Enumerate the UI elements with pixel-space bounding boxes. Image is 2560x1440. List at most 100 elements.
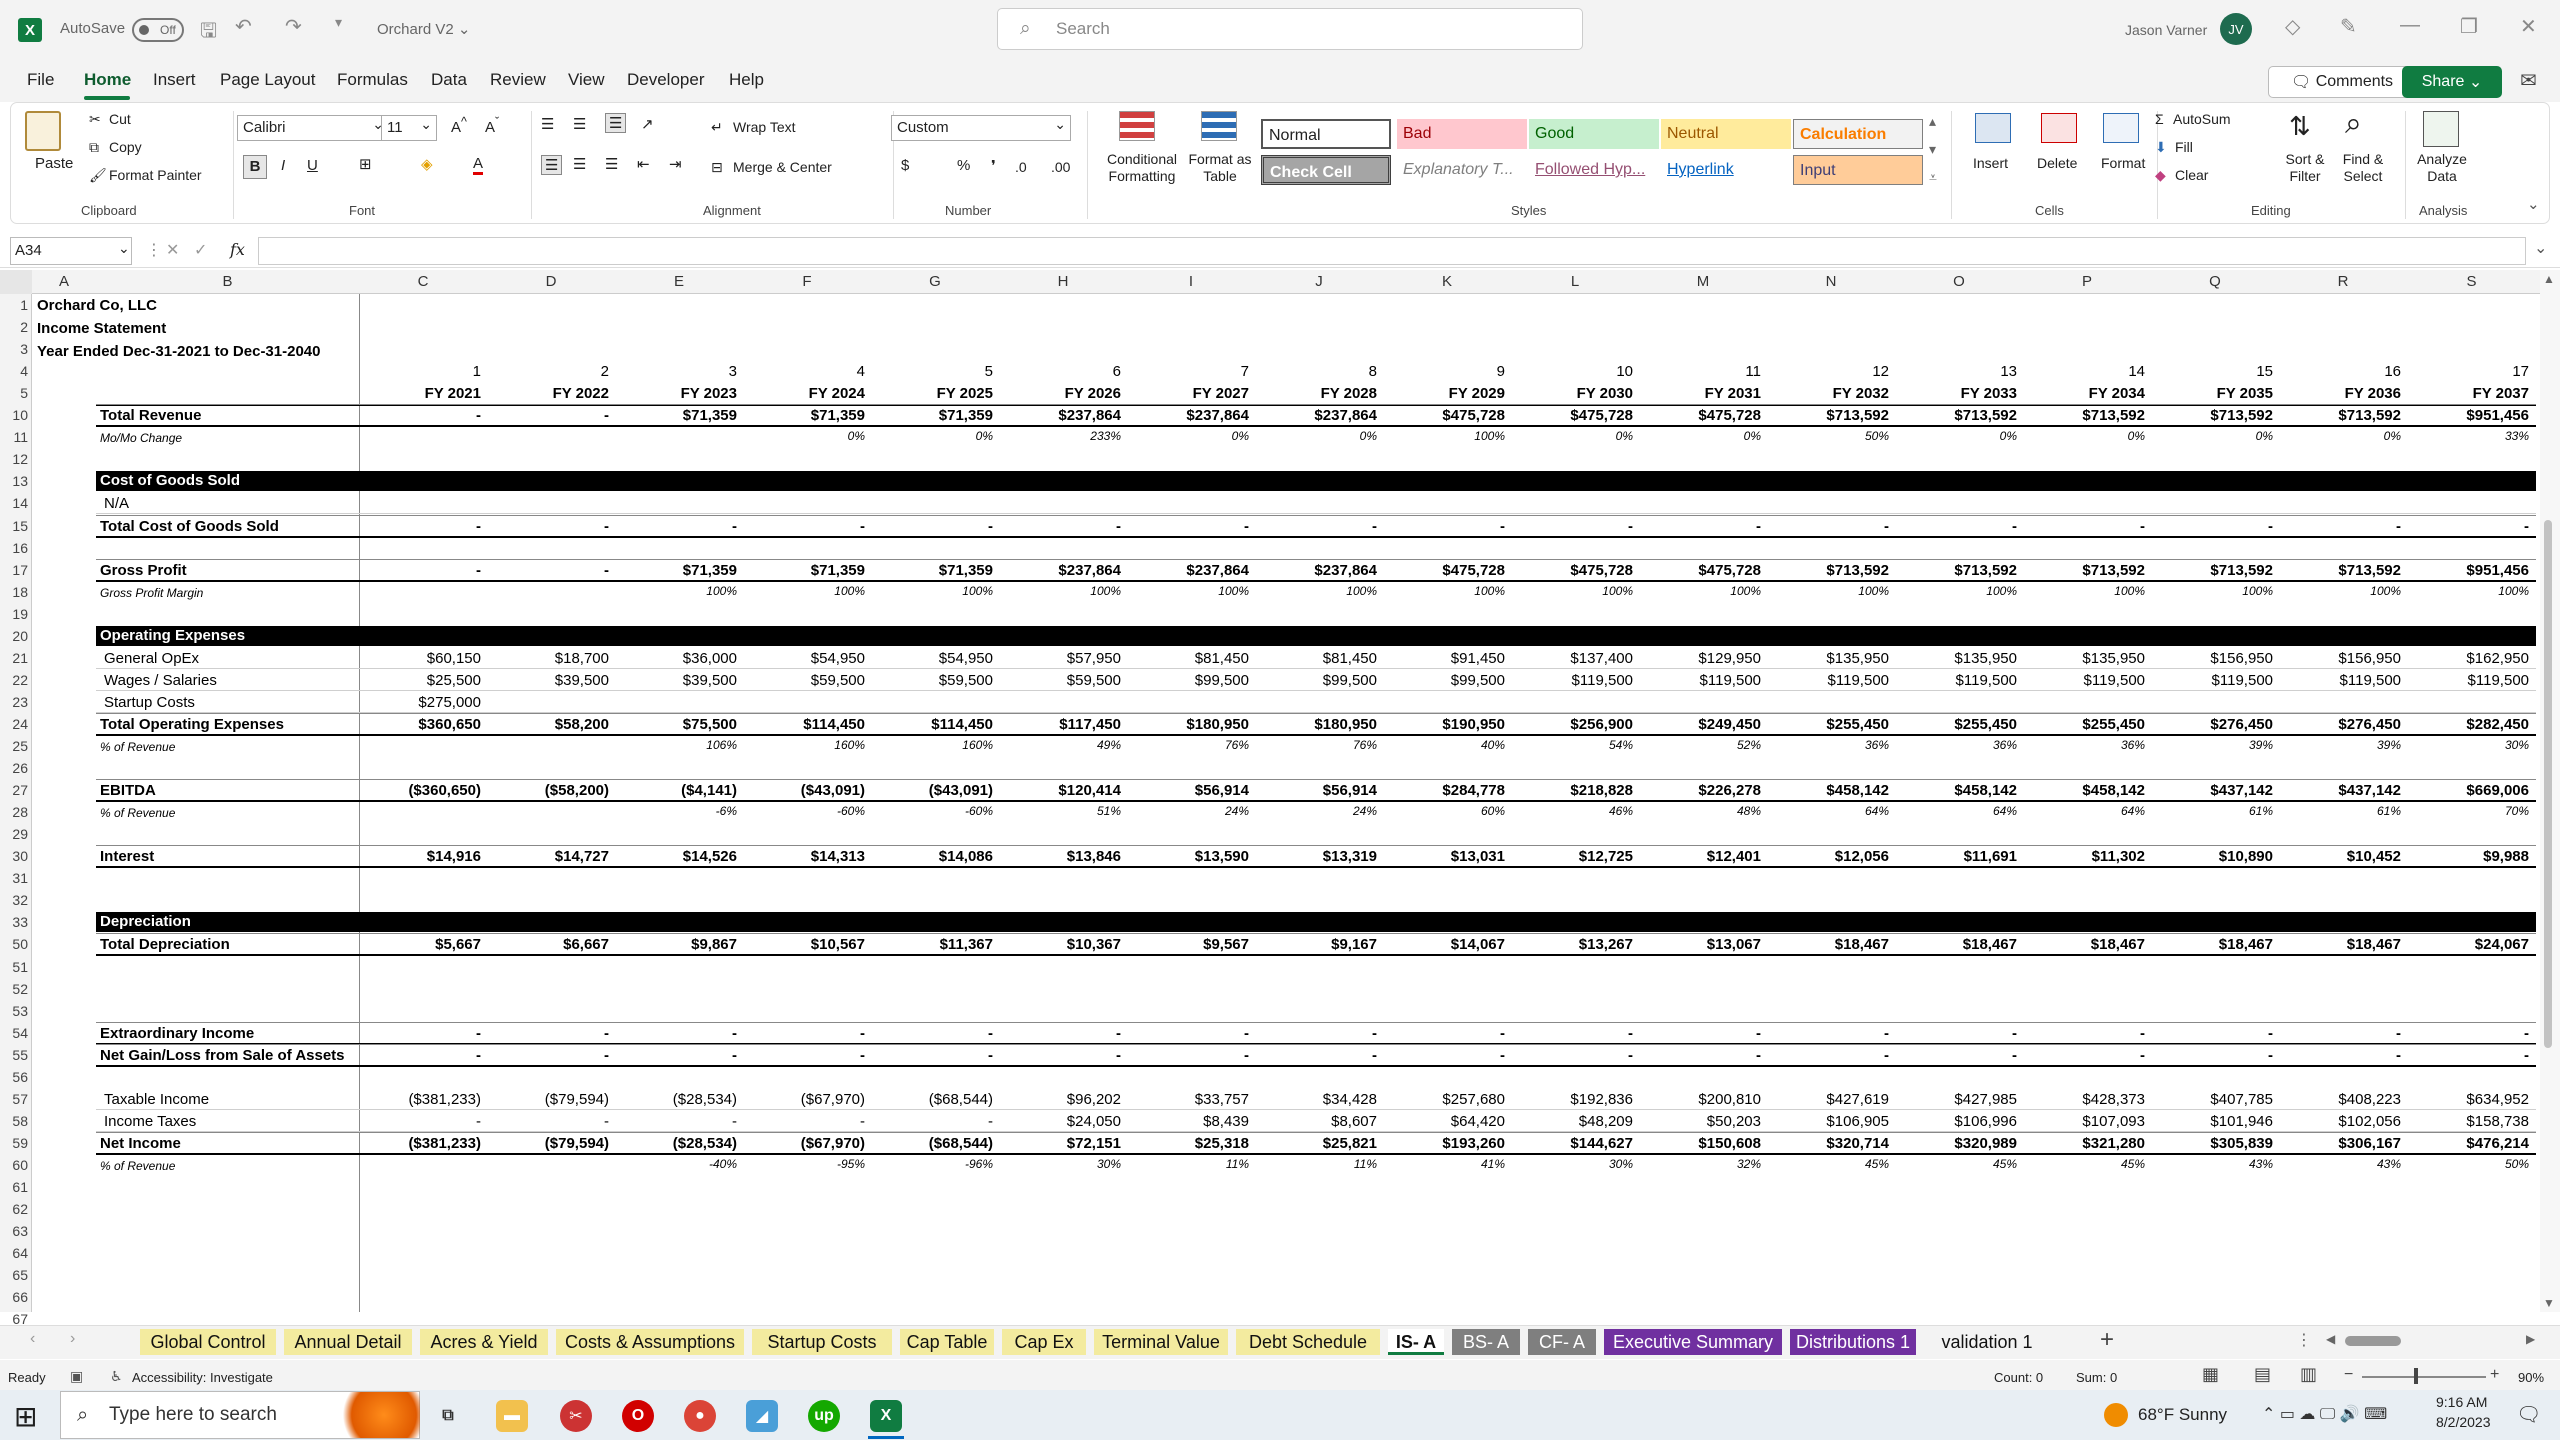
- line-item-value[interactable]: 100%: [1218, 584, 1249, 598]
- search-box[interactable]: ⌕ Search: [997, 8, 1583, 50]
- line-item-value[interactable]: 45%: [2121, 1157, 2145, 1171]
- style-check-cell[interactable]: Check Cell: [1261, 155, 1391, 185]
- row-header[interactable]: 63: [0, 1223, 28, 1239]
- line-item-value[interactable]: $137,400: [1570, 650, 1633, 667]
- period-index[interactable]: 16: [2384, 363, 2401, 380]
- column-header[interactable]: K: [1383, 270, 1511, 294]
- line-item-value[interactable]: 50%: [2505, 1157, 2529, 1171]
- line-item-value[interactable]: $158,738: [2466, 1113, 2529, 1130]
- line-item-value[interactable]: 64%: [1865, 804, 1889, 818]
- line-item-value[interactable]: $106,905: [1826, 1113, 1889, 1130]
- line-item-value[interactable]: -: [1500, 1047, 1505, 1064]
- line-item-value[interactable]: $119,500: [2212, 672, 2273, 689]
- line-item-value[interactable]: $275,000: [418, 694, 481, 711]
- row-header[interactable]: 29: [0, 826, 28, 842]
- borders-icon[interactable]: ⊞: [359, 155, 372, 173]
- line-item-value[interactable]: -: [988, 1113, 993, 1130]
- row-header[interactable]: 65: [0, 1267, 28, 1283]
- line-item-value[interactable]: $81,450: [1195, 650, 1249, 667]
- copy-icon[interactable]: ⧉: [89, 139, 99, 156]
- line-item-value[interactable]: 33%: [2505, 429, 2529, 443]
- line-item-value[interactable]: $14,526: [683, 848, 737, 865]
- font-name-combo[interactable]: Calibri: [237, 112, 389, 141]
- row-header[interactable]: 52: [0, 981, 28, 997]
- row-header[interactable]: 51: [0, 959, 28, 975]
- line-item-value[interactable]: 100%: [1730, 584, 1761, 598]
- zoom-slider[interactable]: [2362, 1376, 2486, 1378]
- line-item-value[interactable]: 100%: [2498, 584, 2529, 598]
- line-item-value[interactable]: -: [2268, 518, 2273, 535]
- collapse-ribbon-icon[interactable]: ⌄: [2527, 195, 2540, 213]
- row-header[interactable]: 20: [0, 628, 28, 644]
- increase-indent-icon[interactable]: ⇥: [669, 155, 682, 173]
- row-header[interactable]: 17: [0, 562, 28, 578]
- line-item-value[interactable]: -: [1116, 1025, 1121, 1042]
- line-item-value[interactable]: 30%: [1609, 1157, 1633, 1171]
- line-item-value[interactable]: $14,727: [555, 848, 609, 865]
- zoom-out-icon[interactable]: −: [2344, 1366, 2353, 1384]
- line-item-value[interactable]: 0%: [2128, 429, 2145, 443]
- line-item-value[interactable]: $276,450: [2338, 716, 2401, 733]
- line-item-value[interactable]: $180,950: [1186, 716, 1249, 733]
- upwork-icon[interactable]: up: [808, 1400, 840, 1432]
- line-item-value[interactable]: $119,500: [1956, 672, 2017, 689]
- row-header[interactable]: 64: [0, 1245, 28, 1261]
- line-item-value[interactable]: $475,728: [1698, 407, 1761, 424]
- restore-icon[interactable]: ❐: [2460, 14, 2478, 39]
- page-layout-view-icon[interactable]: ▤: [2254, 1364, 2271, 1385]
- line-item-value[interactable]: $60,150: [427, 650, 481, 667]
- minimize-icon[interactable]: —: [2400, 14, 2420, 37]
- line-item-value[interactable]: $8,607: [1331, 1113, 1377, 1130]
- paste-icon[interactable]: [25, 111, 61, 151]
- line-item-value[interactable]: 76%: [1225, 738, 1249, 752]
- line-item-value[interactable]: $34,428: [1323, 1091, 1377, 1108]
- fiscal-year-header[interactable]: FY 2025: [937, 385, 993, 402]
- page-break-view-icon[interactable]: ▥: [2300, 1364, 2317, 1385]
- line-item-value[interactable]: $427,985: [1954, 1091, 2017, 1108]
- line-item-value[interactable]: $10,367: [1067, 936, 1121, 953]
- line-item-value[interactable]: ($67,970): [801, 1091, 865, 1108]
- find-select-button[interactable]: Find & Select: [2331, 151, 2395, 185]
- style-calculation[interactable]: Calculation: [1793, 119, 1923, 149]
- cut-button[interactable]: Cut: [109, 111, 131, 127]
- tab-scroll-right-icon[interactable]: ›: [70, 1330, 75, 1348]
- windows-start-icon[interactable]: ⊞: [14, 1400, 37, 1433]
- line-item-value[interactable]: 233%: [1090, 429, 1121, 443]
- line-item-value[interactable]: $10,567: [811, 936, 865, 953]
- line-item-value[interactable]: $96,202: [1067, 1091, 1121, 1108]
- fiscal-year-header[interactable]: FY 2030: [1577, 385, 1633, 402]
- line-item-value[interactable]: ($381,233): [408, 1091, 481, 1108]
- line-item-value[interactable]: 30%: [2505, 738, 2529, 752]
- line-item-value[interactable]: $99,500: [1195, 672, 1249, 689]
- period-index[interactable]: 11: [1745, 363, 1761, 380]
- line-item-value[interactable]: -: [732, 1025, 737, 1042]
- row-header[interactable]: 50: [0, 936, 28, 952]
- line-item-value[interactable]: $8,439: [1203, 1113, 1249, 1130]
- line-item-label[interactable]: % of Revenue: [100, 740, 175, 754]
- expand-formula-icon[interactable]: ⌄: [2534, 238, 2547, 258]
- sheet-tab[interactable]: Executive Summary: [1604, 1329, 1782, 1355]
- line-item-label[interactable]: Startup Costs: [104, 694, 195, 711]
- menu-view[interactable]: View: [568, 70, 605, 90]
- font-size-combo[interactable]: 11: [381, 112, 437, 141]
- line-item-value[interactable]: -: [1372, 1047, 1377, 1064]
- line-item-label[interactable]: Taxable Income: [104, 1091, 209, 1108]
- sheet-tab[interactable]: Distributions 1: [1790, 1329, 1916, 1355]
- line-item-value[interactable]: ($360,650): [408, 782, 481, 799]
- line-item-value[interactable]: $180,950: [1314, 716, 1377, 733]
- line-item-value[interactable]: -: [1116, 518, 1121, 535]
- fiscal-year-header[interactable]: FY 2034: [2089, 385, 2145, 402]
- line-item-value[interactable]: -: [476, 518, 481, 535]
- redo-icon[interactable]: ↷: [285, 14, 302, 39]
- line-item-value[interactable]: $114,450: [803, 716, 865, 733]
- line-item-value[interactable]: $101,946: [2210, 1113, 2273, 1130]
- section-header[interactable]: Depreciation: [96, 912, 2536, 933]
- formula-input[interactable]: [258, 237, 2526, 265]
- line-item-value[interactable]: $255,450: [2082, 716, 2145, 733]
- row-header[interactable]: 21: [0, 650, 28, 666]
- close-icon[interactable]: ✕: [2520, 14, 2537, 39]
- line-item-value[interactable]: $192,836: [1570, 1091, 1633, 1108]
- line-item-value[interactable]: $458,142: [1826, 782, 1889, 799]
- line-item-value[interactable]: $71,359: [683, 407, 737, 424]
- column-header[interactable]: N: [1767, 270, 1895, 294]
